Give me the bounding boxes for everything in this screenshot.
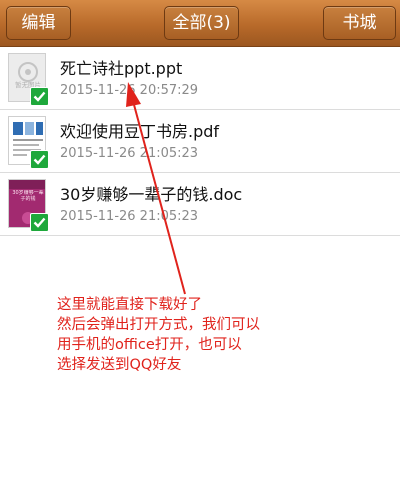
file-row[interactable]: 暂无图片 死亡诗社ppt.ppt 2015-11-26 20:57:29: [0, 47, 400, 110]
file-thumbnail: [8, 116, 49, 169]
file-row[interactable]: 30岁赚够一辈子的钱 30岁赚够一辈子的钱.doc 2015-11-26 21:…: [0, 173, 400, 236]
edit-button[interactable]: 编辑: [6, 6, 71, 40]
file-date: 2015-11-26 21:05:23: [60, 209, 199, 224]
bookstore-button[interactable]: 书城: [323, 6, 396, 40]
file-row[interactable]: 欢迎使用豆丁书房.pdf 2015-11-26 21:05:23: [0, 110, 400, 173]
downloaded-check-icon: [30, 87, 49, 106]
file-date: 2015-11-26 21:05:23: [60, 146, 199, 161]
annotation-line: 然后会弹出打开方式，我们可以: [57, 317, 260, 333]
top-toolbar: 编辑 全部(3) 书城: [0, 0, 400, 47]
file-list: 暂无图片 死亡诗社ppt.ppt 2015-11-26 20:57:29 欢迎使…: [0, 47, 400, 236]
file-name: 死亡诗社ppt.ppt: [60, 59, 183, 78]
downloaded-check-icon: [30, 213, 49, 232]
annotation-note: 这里就能直接下载好了 然后会弹出打开方式，我们可以 用手机的office打开，也…: [57, 295, 357, 375]
filter-all-button[interactable]: 全部(3): [164, 6, 239, 40]
annotation-line: 选择发送到QQ好友: [57, 357, 182, 373]
downloaded-check-icon: [30, 150, 49, 169]
cover-text: 30岁赚够一辈子的钱: [12, 190, 44, 202]
annotation-line: 用手机的office打开，也可以: [57, 337, 242, 353]
file-date: 2015-11-26 20:57:29: [60, 83, 199, 98]
annotation-line: 这里就能直接下载好了: [57, 297, 202, 313]
file-thumbnail: 30岁赚够一辈子的钱: [8, 179, 49, 232]
file-thumbnail: 暂无图片: [8, 53, 49, 106]
file-name: 欢迎使用豆丁书房.pdf: [60, 122, 220, 141]
file-name: 30岁赚够一辈子的钱.doc: [60, 185, 243, 204]
